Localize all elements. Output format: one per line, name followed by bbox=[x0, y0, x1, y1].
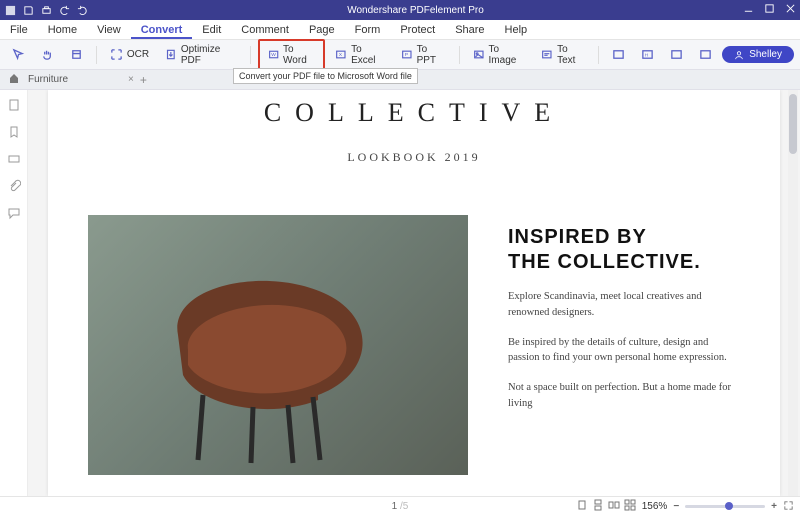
save-icon[interactable] bbox=[22, 4, 34, 16]
search-panel-icon[interactable] bbox=[7, 152, 21, 169]
zoom-in-icon[interactable]: + bbox=[771, 501, 777, 512]
minimize-icon[interactable] bbox=[743, 3, 754, 17]
to-html-icon[interactable]: H bbox=[635, 45, 660, 64]
to-word-button[interactable]: WTo Word bbox=[262, 41, 322, 69]
to-other-icon[interactable] bbox=[693, 45, 718, 64]
comments-icon[interactable] bbox=[7, 206, 21, 223]
zoom-out-icon[interactable]: − bbox=[673, 501, 679, 512]
to-word-highlight: WTo Word bbox=[258, 39, 326, 71]
to-epub-icon[interactable] bbox=[606, 45, 631, 64]
optimize-pdf-button[interactable]: Optimize PDF bbox=[159, 41, 243, 69]
attachments-icon[interactable] bbox=[7, 179, 21, 196]
svg-text:H: H bbox=[645, 52, 648, 57]
heading: INSPIRED BYTHE COLLECTIVE. bbox=[508, 225, 740, 275]
zoom-slider-knob[interactable] bbox=[725, 502, 733, 510]
add-tab-icon[interactable]: + bbox=[140, 73, 147, 87]
titlebar: Wondershare PDFelement Pro bbox=[0, 0, 800, 20]
menubar: File Home View Convert Edit Comment Page… bbox=[0, 20, 800, 40]
user-badge[interactable]: Shelley bbox=[722, 46, 794, 63]
to-rtf-icon[interactable] bbox=[664, 45, 689, 64]
select-tool-icon[interactable] bbox=[6, 45, 31, 64]
separator bbox=[96, 46, 97, 64]
print-icon[interactable] bbox=[40, 4, 52, 16]
page-indicator[interactable]: 1 /5 bbox=[392, 501, 409, 512]
workspace: COLLECTIVE LOOKBOOK 2019 INSPIRED BYTHE … bbox=[0, 90, 800, 496]
canvas[interactable]: COLLECTIVE LOOKBOOK 2019 INSPIRED BYTHE … bbox=[28, 90, 800, 496]
to-excel-button[interactable]: XTo Excel bbox=[329, 41, 391, 69]
zoom-slider[interactable] bbox=[685, 505, 765, 508]
menu-help[interactable]: Help bbox=[495, 20, 538, 39]
app-title: Wondershare PDFelement Pro bbox=[88, 5, 743, 16]
menu-form[interactable]: Form bbox=[345, 20, 391, 39]
view-facing-icon[interactable] bbox=[608, 499, 620, 514]
svg-text:W: W bbox=[271, 52, 276, 58]
to-ppt-button[interactable]: PTo PPT bbox=[395, 41, 452, 69]
menu-file[interactable]: File bbox=[0, 20, 38, 39]
paragraph-2: Be inspired by the details of culture, d… bbox=[508, 335, 740, 367]
menu-protect[interactable]: Protect bbox=[390, 20, 445, 39]
tooltip: Convert your PDF file to Microsoft Word … bbox=[233, 68, 418, 84]
document-tab[interactable]: Furniture × bbox=[28, 74, 134, 85]
menu-page[interactable]: Page bbox=[299, 20, 345, 39]
maximize-icon[interactable] bbox=[764, 3, 775, 17]
zoom-value: 156% bbox=[642, 501, 668, 512]
app-logo-icon bbox=[4, 4, 16, 16]
ocr-button[interactable]: OCR bbox=[104, 45, 155, 64]
vertical-scrollbar[interactable] bbox=[788, 90, 798, 496]
ribbon: OCR Optimize PDF WTo Word XTo Excel PTo … bbox=[0, 40, 800, 70]
to-text-button[interactable]: To Text bbox=[535, 41, 591, 69]
doc-subtitle: LOOKBOOK 2019 bbox=[88, 150, 740, 165]
undo-icon[interactable] bbox=[58, 4, 70, 16]
view-continuous-icon[interactable] bbox=[592, 499, 604, 514]
scrollbar-thumb[interactable] bbox=[789, 94, 797, 154]
thumbnails-icon[interactable] bbox=[7, 98, 21, 115]
separator bbox=[250, 46, 251, 64]
view-single-icon[interactable] bbox=[576, 499, 588, 514]
edit-tool-icon[interactable] bbox=[64, 45, 89, 64]
view-facing-continuous-icon[interactable] bbox=[624, 499, 636, 514]
menu-view[interactable]: View bbox=[87, 20, 131, 39]
pdf-page: COLLECTIVE LOOKBOOK 2019 INSPIRED BYTHE … bbox=[48, 90, 780, 496]
doc-title: COLLECTIVE bbox=[88, 98, 740, 128]
statusbar: 1 /5 156% − + bbox=[0, 496, 800, 516]
menu-convert[interactable]: Convert bbox=[131, 20, 193, 39]
separator bbox=[459, 46, 460, 64]
redo-icon[interactable] bbox=[76, 4, 88, 16]
paragraph-1: Explore Scandinavia, meet local creative… bbox=[508, 289, 740, 321]
menu-comment[interactable]: Comment bbox=[231, 20, 299, 39]
user-name: Shelley bbox=[749, 49, 782, 60]
paragraph-3: Not a space built on perfection. But a h… bbox=[508, 380, 740, 412]
fullscreen-icon[interactable] bbox=[783, 500, 794, 514]
separator bbox=[598, 46, 599, 64]
bookmarks-icon[interactable] bbox=[7, 125, 21, 142]
menu-share[interactable]: Share bbox=[445, 20, 494, 39]
hand-tool-icon[interactable] bbox=[35, 45, 60, 64]
tab-close-icon[interactable]: × bbox=[128, 74, 134, 85]
sidebar bbox=[0, 90, 28, 496]
tab-label: Furniture bbox=[28, 74, 68, 85]
text-column: INSPIRED BYTHE COLLECTIVE. Explore Scand… bbox=[508, 215, 740, 475]
to-image-button[interactable]: To Image bbox=[467, 41, 532, 69]
hero-image bbox=[88, 215, 468, 475]
menu-home[interactable]: Home bbox=[38, 20, 87, 39]
menu-edit[interactable]: Edit bbox=[192, 20, 231, 39]
home-icon[interactable] bbox=[8, 72, 20, 87]
close-icon[interactable] bbox=[785, 3, 796, 17]
